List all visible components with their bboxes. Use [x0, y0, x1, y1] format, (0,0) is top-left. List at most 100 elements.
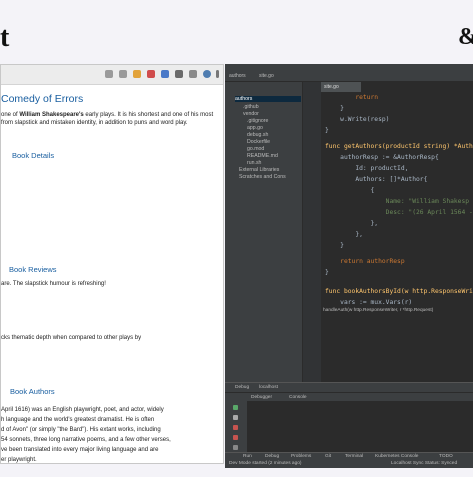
- code-line: }: [325, 269, 329, 276]
- code-line: }: [325, 105, 344, 112]
- code-line: }: [325, 127, 329, 134]
- author-bio-line: April 1616) was an English playwright, p…: [1, 407, 164, 413]
- tab-site-go[interactable]: site.go: [259, 73, 274, 79]
- tree-item[interactable]: go.mod: [247, 146, 264, 152]
- intro-text: one of William Shakespeare's early plays…: [1, 111, 223, 127]
- todo-tab[interactable]: TODO: [439, 454, 453, 459]
- book-reviews-heading: Book Reviews: [9, 265, 57, 274]
- pause-icon[interactable]: [233, 415, 238, 420]
- code-line: w.Write(resp): [325, 116, 390, 123]
- browser-window: Comedy of Errors one of William Shakespe…: [0, 64, 224, 464]
- right-logo: &: [458, 24, 473, 51]
- tree-item[interactable]: debug.sh: [247, 132, 268, 138]
- problems-tab[interactable]: Problems: [291, 454, 311, 459]
- author-bio-line: h language and the world's greatest dram…: [1, 417, 155, 423]
- debug-config-tab[interactable]: localhost: [259, 385, 278, 390]
- author-bio-line: er playwright.: [1, 457, 37, 463]
- tree-item[interactable]: vendor: [243, 111, 259, 117]
- tree-item[interactable]: .github: [243, 104, 259, 110]
- console-tab[interactable]: Console: [289, 395, 307, 400]
- book-authors-heading: Book Authors: [10, 387, 55, 396]
- code-line: func getAuthors(productId string) *Auth: [325, 143, 473, 150]
- ide-window: authors site.go authors .github vendor .…: [225, 64, 473, 468]
- debug-tab[interactable]: Debug: [235, 385, 249, 390]
- menu-icon[interactable]: [216, 70, 219, 78]
- code-line: func bookAuthorsById(w http.ResponseWri: [325, 288, 473, 295]
- code-line: },: [325, 231, 363, 238]
- tree-item-root[interactable]: authors: [235, 96, 301, 102]
- bookmark-icon[interactable]: [119, 70, 127, 78]
- extension-icon[interactable]: [161, 70, 169, 78]
- review-text: are. The slapstick humour is refreshing!: [1, 281, 106, 287]
- tree-item[interactable]: README.md: [247, 153, 278, 159]
- extension-icon[interactable]: [147, 70, 155, 78]
- tree-item[interactable]: run.sh: [247, 160, 261, 166]
- status-message: Dev Mode started (2 minutes ago): [229, 461, 302, 466]
- debug-subtabs: Debugger Console: [225, 392, 473, 401]
- git-tab[interactable]: Git: [325, 454, 331, 459]
- intro-line: one of William Shakespeare's early plays…: [1, 112, 214, 118]
- code-line: Desc: "(26 April 1564 -: [325, 209, 473, 216]
- code-line: return authorResp: [325, 258, 405, 265]
- code-line: Authors: []*Author{: [325, 176, 428, 183]
- extension-icon[interactable]: [175, 70, 183, 78]
- code-text: return: [325, 94, 379, 101]
- tree-item[interactable]: Scratches and Cons: [239, 174, 286, 180]
- page-content: Comedy of Errors one of William Shakespe…: [1, 85, 223, 463]
- book-details-heading: Book Details: [12, 151, 55, 160]
- status-bar: Dev Mode started (2 minutes ago) Localho…: [225, 460, 473, 468]
- code-line: authorResp := &AuthorResp{: [325, 154, 439, 161]
- avatar[interactable]: [203, 70, 211, 78]
- tree-item[interactable]: External Libraries: [239, 167, 279, 173]
- puzzle-icon[interactable]: [189, 70, 197, 78]
- intro-line: from slapstick and mistaken identity, in…: [1, 120, 188, 126]
- tool-window-bar: Run Debug Problems Git Terminal Kubernet…: [225, 452, 473, 460]
- debug-toolwindow-header: Debug localhost: [225, 382, 473, 392]
- tree-item[interactable]: Dockerfile: [247, 139, 270, 145]
- code-text: Desc: "(26 April 1564 -: [325, 209, 473, 216]
- code-line: {: [325, 187, 375, 194]
- breadcrumb[interactable]: handleAuth(w http.ResponseWriter, r *htt…: [323, 308, 433, 313]
- review-text: cks thematic depth when compared to othe…: [1, 335, 142, 341]
- editor-gutter: [303, 82, 321, 382]
- debug-bottom-tab[interactable]: Debug: [265, 454, 279, 459]
- code-text: func getAuthors(productId string) *Auth: [325, 143, 473, 150]
- code-text: func bookAuthorsById(w http.ResponseWri: [325, 288, 473, 295]
- sync-status[interactable]: Localhost Sync Status: Synced: [391, 461, 457, 466]
- project-tree: authors .github vendor .gitignore app.go…: [233, 82, 303, 382]
- code-line: vars := mux.Vars(r): [325, 299, 413, 306]
- resume-icon[interactable]: [233, 405, 238, 410]
- kubernetes-console-tab[interactable]: Kubernetes Console: [375, 454, 418, 459]
- extension-icon[interactable]: [133, 70, 141, 78]
- ide-tab-bar: authors site.go: [225, 72, 473, 82]
- author-bio-line: 54 sonnets, three long narrative poems, …: [1, 437, 171, 443]
- left-logo: t: [0, 22, 10, 53]
- code-text: Name: "William Shakesp: [325, 198, 470, 205]
- terminal-tab[interactable]: Terminal: [345, 454, 363, 459]
- ide-title-bar: [225, 64, 473, 72]
- tree-item[interactable]: .gitignore: [247, 118, 268, 124]
- page-title: Comedy of Errors: [1, 93, 84, 105]
- run-tab[interactable]: Run: [243, 454, 252, 459]
- code-line: },: [325, 220, 379, 227]
- tree-item[interactable]: app.go: [247, 125, 263, 131]
- project-tool-strip[interactable]: [225, 82, 233, 382]
- code-text: return authorResp: [325, 258, 405, 265]
- stop-icon[interactable]: [233, 425, 238, 430]
- debugger-tab[interactable]: Debugger: [251, 395, 272, 400]
- author-name: William Shakespeare's: [19, 112, 84, 118]
- code-line: Name: "William Shakesp: [325, 198, 469, 205]
- code-line: }: [325, 242, 344, 249]
- browser-toolbar: [1, 65, 223, 85]
- author-bio-line: ve been translated into every major livi…: [1, 447, 159, 453]
- author-bio-line: d of Avon" (or simply "the Bard"). His e…: [1, 427, 161, 433]
- code-line: Id: productId,: [325, 165, 409, 172]
- code-editor[interactable]: site.go return } w.Write(resp) } func ge…: [321, 82, 473, 382]
- editor-tab[interactable]: site.go: [321, 82, 361, 92]
- tab-authors[interactable]: authors: [229, 73, 246, 79]
- code-line: return: [325, 94, 378, 101]
- breakpoints-icon[interactable]: [233, 435, 238, 440]
- settings-icon[interactable]: [233, 445, 238, 450]
- share-icon[interactable]: [105, 70, 113, 78]
- author-bio: April 1616) was an English playwright, p…: [1, 405, 223, 463]
